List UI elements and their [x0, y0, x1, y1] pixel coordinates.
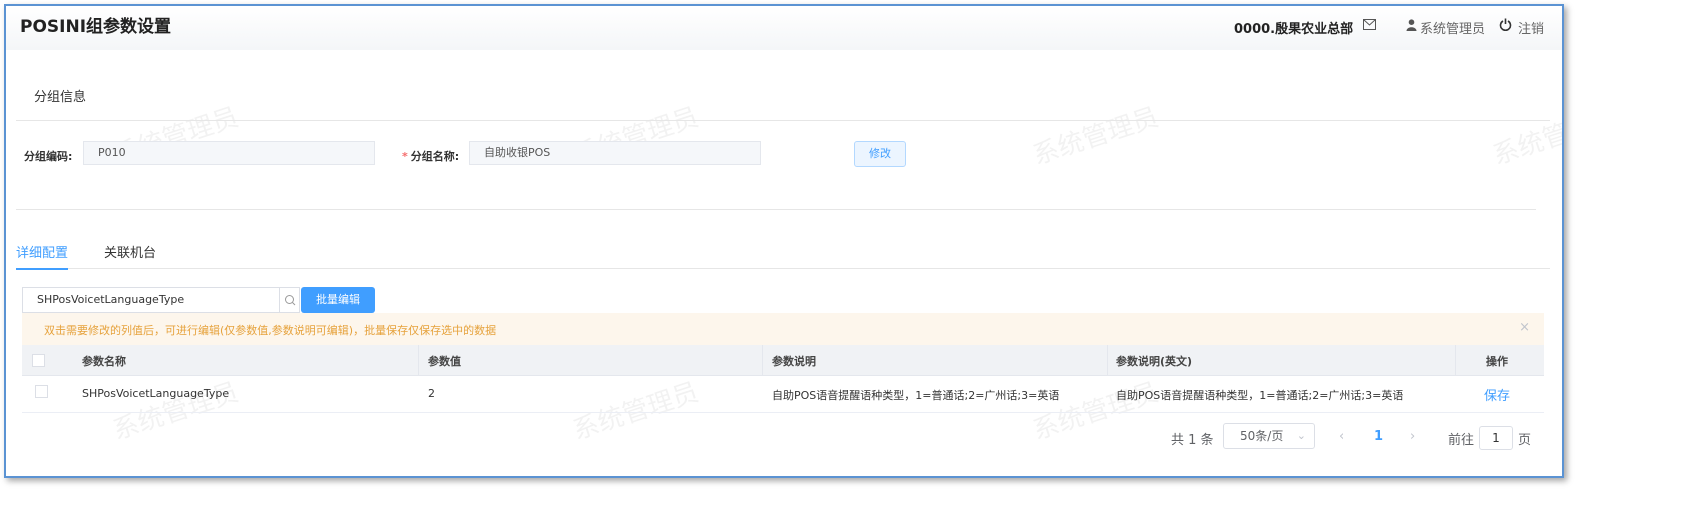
column-header-desc: 参数说明 — [772, 355, 816, 368]
user-icon — [1406, 19, 1417, 31]
group-name-field[interactable]: 自助收银POS — [469, 141, 761, 165]
logout-link[interactable]: 注销 — [1518, 18, 1544, 37]
param-value-cell[interactable]: 2 — [428, 387, 435, 400]
edit-button[interactable]: 修改 — [854, 141, 906, 167]
total-count: 共 1 条 — [1171, 433, 1214, 448]
goto-page-input[interactable]: 1 — [1479, 426, 1513, 450]
column-separator — [1455, 345, 1456, 375]
batch-edit-button[interactable]: 批量编辑 — [301, 287, 375, 313]
org-name[interactable]: 0000.殷果农业总部 — [1234, 18, 1353, 37]
watermark: 系统管理员 — [1489, 102, 1564, 172]
search-icon — [285, 295, 296, 306]
search-input[interactable]: SHPosVoicetLanguageType — [22, 287, 280, 313]
column-separator — [762, 345, 763, 375]
close-icon[interactable]: × — [1519, 320, 1530, 335]
select-all-checkbox[interactable] — [32, 354, 45, 367]
tab-detail-config[interactable]: 详细配置 — [16, 242, 68, 261]
tab-linked-terminals[interactable]: 关联机台 — [104, 242, 156, 261]
chevron-down-icon: ⌄ — [1296, 429, 1306, 442]
next-page-button[interactable]: › — [1410, 429, 1415, 444]
group-name-label-text: 分组名称: — [410, 150, 460, 163]
watermark: 系统管理员 — [1029, 102, 1163, 172]
group-code-label: 分组编码: — [24, 150, 73, 163]
prev-page-button[interactable]: ‹ — [1339, 429, 1344, 444]
page-title: POSINI组参数设置 — [20, 17, 172, 37]
group-name-label: * 分组名称: — [402, 148, 459, 164]
page-size-value: 50条/页 — [1240, 429, 1284, 443]
param-name-cell[interactable]: SHPosVoicetLanguageType — [82, 387, 229, 400]
table-header: 参数名称 参数值 参数说明 参数说明(英文) 操作 — [22, 345, 1544, 376]
table-row[interactable]: SHPosVoicetLanguageType 2 自助POS语音提醒语种类型，… — [22, 375, 1544, 413]
required-mark: * — [402, 150, 408, 163]
page-size-select[interactable]: 50条/页 ⌄ — [1223, 423, 1315, 449]
tab-divider — [16, 268, 1550, 269]
active-tab-indicator — [16, 268, 68, 270]
user-name[interactable]: 系统管理员 — [1420, 18, 1485, 37]
divider — [16, 120, 1550, 121]
param-desc-en-cell: 自助POS语音提醒语种类型，1=普通话;2=广州话;3=英语 — [1116, 389, 1404, 402]
param-desc-cell[interactable]: 自助POS语音提醒语种类型，1=普通话;2=广州话;3=英语 — [772, 387, 1059, 403]
search-button[interactable] — [280, 287, 300, 313]
column-header-name: 参数名称 — [82, 355, 126, 368]
goto-prefix: 前往 — [1448, 433, 1475, 448]
column-header-desc-en: 参数说明(英文) — [1116, 355, 1193, 368]
group-code-field[interactable]: P010 — [83, 141, 375, 165]
column-separator — [1107, 345, 1108, 375]
app-window: POSINI组参数设置 0000.殷果农业总部 系统管理员 注销 系统管理员 系… — [4, 4, 1564, 478]
top-bar: POSINI组参数设置 0000.殷果农业总部 系统管理员 注销 — [6, 6, 1562, 50]
column-header-value: 参数值 — [428, 355, 461, 368]
column-header-action: 操作 — [1486, 355, 1508, 368]
alert-text: 双击需要修改的列值后，可进行编辑(仅参数值,参数说明可编辑)，批量保存仅保存选中… — [44, 324, 497, 337]
row-checkbox[interactable] — [35, 385, 48, 398]
save-link[interactable]: 保存 — [1484, 385, 1510, 404]
mail-icon[interactable] — [1363, 19, 1376, 30]
info-alert: 双击需要修改的列值后，可进行编辑(仅参数值,参数说明可编辑)，批量保存仅保存选中… — [22, 313, 1544, 345]
power-icon[interactable] — [1499, 18, 1512, 31]
section-title-group-info: 分组信息 — [34, 90, 87, 105]
current-page[interactable]: 1 — [1374, 429, 1383, 444]
divider — [16, 209, 1536, 210]
goto-suffix: 页 — [1518, 433, 1532, 448]
column-separator — [418, 345, 419, 375]
